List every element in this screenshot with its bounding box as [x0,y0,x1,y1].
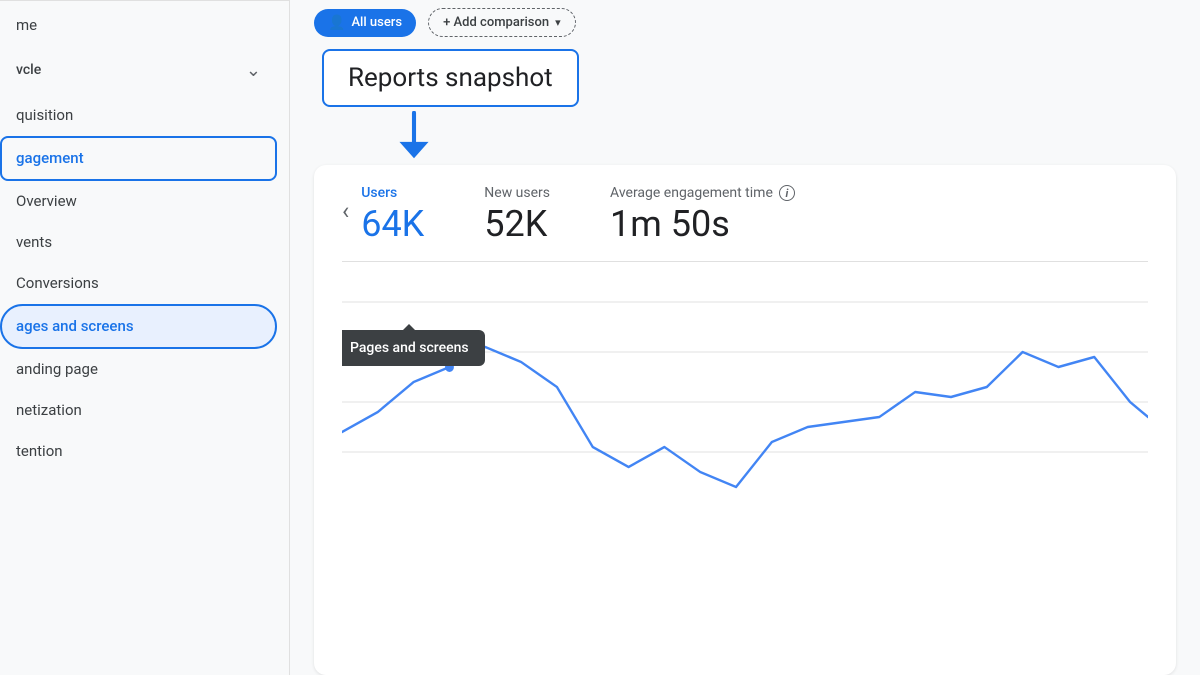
sidebar-item-conversions[interactable]: Conversions [0,263,277,304]
metric-users-value: 64K [361,205,424,245]
metric-users: Users 64K [361,185,424,245]
snapshot-arrow [314,111,1176,161]
sidebar-item-home[interactable]: me [0,5,277,46]
sidebar-item-retention[interactable]: tention [0,431,277,472]
sidebar-item-acquisition[interactable]: quisition [0,95,277,136]
filter-bar: 👤 All users + Add comparison ▾ [290,0,1200,45]
metric-new-users: New users 52K [484,185,550,245]
sidebar-item-landing-page[interactable]: anding page [0,349,277,390]
info-icon[interactable]: i [779,185,795,201]
metric-avg-engagement-label: Average engagement time i [610,185,795,201]
reports-snapshot-label: Reports snapshot [322,49,579,107]
metric-new-users-label: New users [484,185,550,201]
sidebar: me vcle ⌄ quisition gagement Overview ve… [0,0,290,675]
line-chart [342,272,1148,492]
snapshot-section: Reports snapshot [290,49,1200,161]
metrics-row: ‹ Users 64K New users 52K Average engage… [342,185,1148,262]
sidebar-item-engagement[interactable]: gagement [0,136,277,181]
sidebar-item-pages-screens[interactable]: ages and screens [0,304,277,349]
metrics-card: ‹ Users 64K New users 52K Average engage… [314,165,1176,675]
sidebar-item-events[interactable]: vents [0,222,277,263]
chart-area: Pages and screens [342,262,1148,675]
add-comparison-pill[interactable]: + Add comparison ▾ [428,8,576,37]
chevron-down-icon: ▾ [555,16,561,29]
metric-avg-engagement-value: 1m 50s [610,205,795,245]
metrics-prev-button[interactable]: ‹ [342,197,361,233]
sidebar-item-overview[interactable]: Overview [0,181,277,222]
arrow-down-icon [394,111,434,161]
metric-users-label: Users [361,185,424,201]
sidebar-item-lifecycle[interactable]: vcle ⌄ [0,46,277,95]
chart-line [342,347,1148,487]
metric-new-users-value: 52K [484,205,550,245]
all-users-pill[interactable]: 👤 All users [314,9,416,37]
all-users-icon: 👤 [328,15,345,31]
sidebar-divider [0,0,289,1]
chevron-up-icon: ⌄ [246,58,261,83]
sidebar-item-monetization[interactable]: netization [0,390,277,431]
pages-screens-tooltip: Pages and screens [342,330,485,366]
metric-avg-engagement: Average engagement time i 1m 50s [610,185,795,245]
main-content: 👤 All users + Add comparison ▾ Reports s… [290,0,1200,675]
